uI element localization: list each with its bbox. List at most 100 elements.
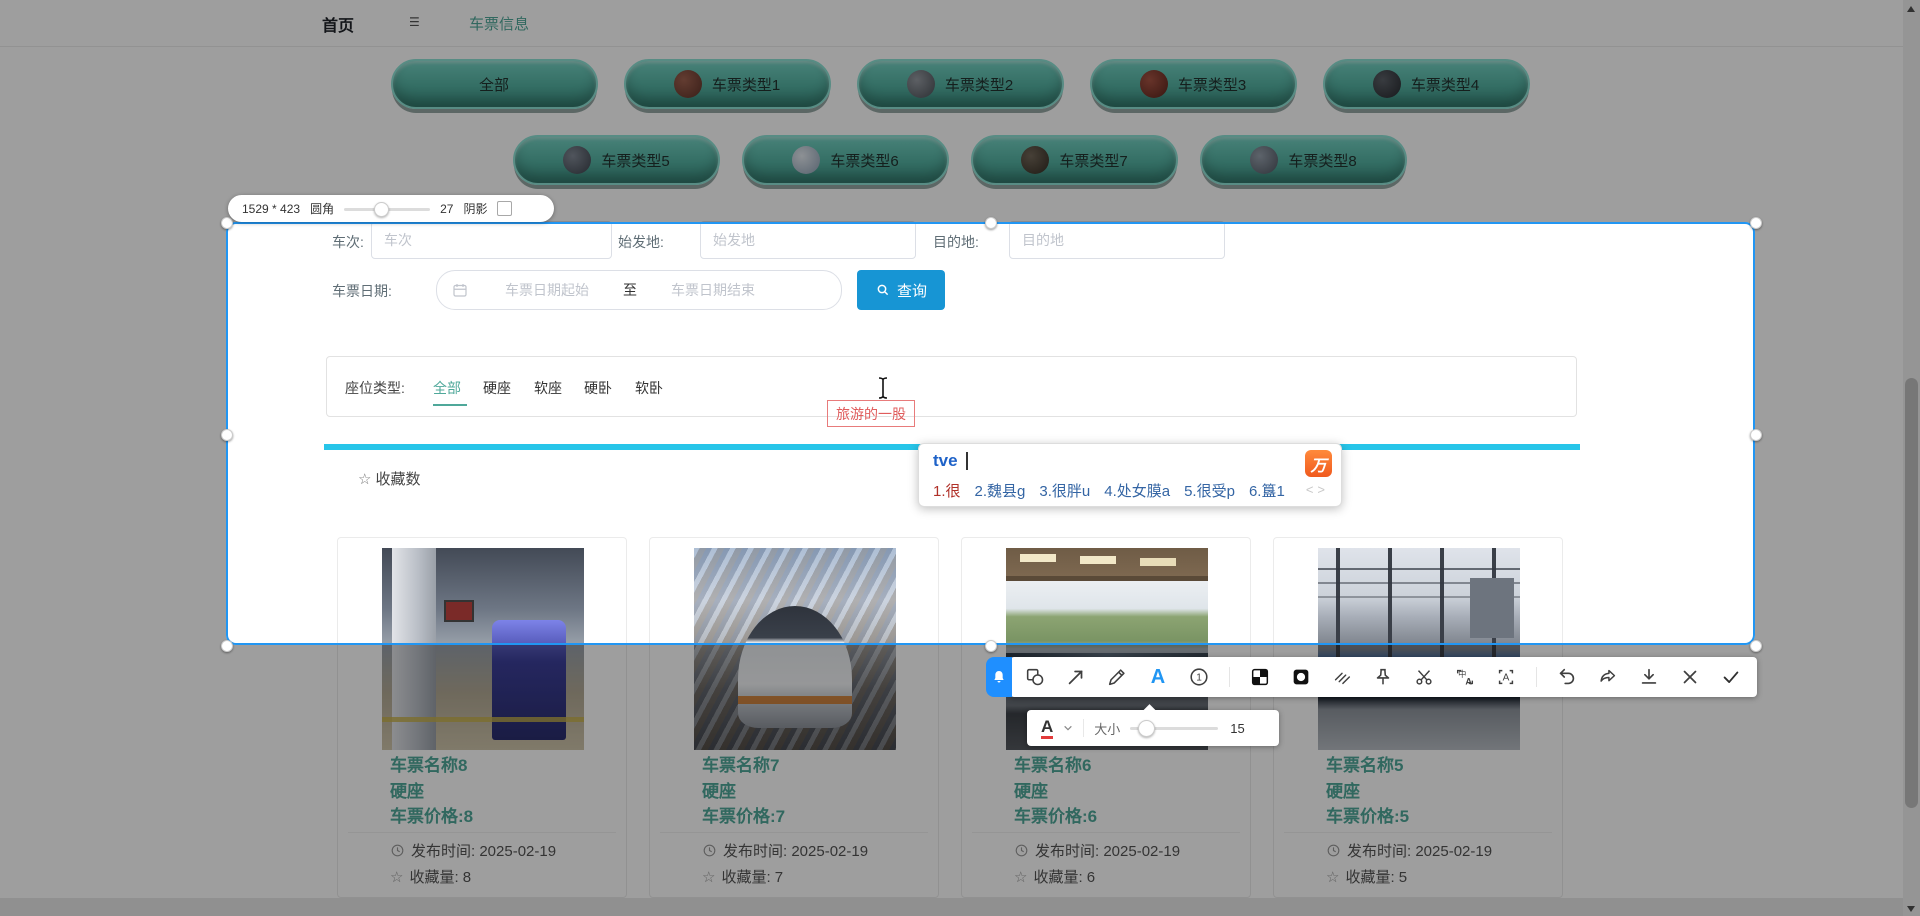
toolbar-divider [1536,667,1537,687]
category-button-type4[interactable]: 车票类型4 [1323,59,1530,109]
card-favorites: 收藏量: 6 [1033,866,1095,887]
category-row-2: 车票类型5 车票类型6 车票类型7 车票类型8 [0,135,1920,185]
selection-handle-right-mid[interactable] [1750,429,1762,441]
shapes-tool-icon[interactable] [1024,666,1046,688]
pin-tool-icon[interactable] [1372,666,1394,688]
arrow-tool-icon[interactable] [1065,666,1087,688]
close-icon[interactable] [1679,666,1701,688]
confirm-icon[interactable] [1720,666,1742,688]
category-button-type6[interactable]: 车票类型6 [742,135,949,185]
nav-home-link[interactable]: 首页 [322,12,354,36]
card-name: 车票名称8 [390,751,467,776]
text-tool-icon[interactable]: A [1147,666,1169,688]
ocr-tool-icon[interactable]: A [1495,666,1517,688]
card-name: 车票名称7 [702,751,779,776]
card-divider [972,832,1240,833]
translate-tool-icon[interactable]: 中A [1454,666,1476,688]
hatch-tool-icon[interactable] [1331,666,1353,688]
shadow-checkbox[interactable] [497,201,512,216]
category-button-type8[interactable]: 车票类型8 [1200,135,1407,185]
top-navbar: 首页 ☰ 车票信息 [0,0,1920,47]
card-publish-time: 发布时间: 2025-02-19 [411,840,556,861]
card-favorites: 收藏量: 8 [409,866,471,887]
menu-icon[interactable]: ☰ [409,15,420,29]
clock-icon [390,843,405,858]
text-annotation-box[interactable]: 旅游的一股 [827,400,915,427]
svg-text:A: A [1465,676,1472,686]
category-label: 车票类型3 [1178,74,1246,95]
selection-handle-top-right[interactable] [1750,217,1762,229]
corner-radius-slider[interactable] [344,202,430,216]
ime-candidate[interactable]: 4.处女膜a [1104,480,1170,501]
undo-icon[interactable] [1556,666,1578,688]
card-price: 车票价格:7 [702,802,785,827]
selection-handle-top-left[interactable] [221,217,233,229]
card-divider [1284,832,1552,833]
ime-candidate[interactable]: 6.簋1 [1249,480,1285,501]
font-size-slider[interactable] [1130,721,1218,735]
ime-next-icon[interactable]: > [1317,482,1329,497]
card-price: 车票价格:8 [390,802,473,827]
scrollbar-thumb[interactable] [1905,378,1918,808]
card-favorites-row: ☆ 收藏量: 6 [1014,866,1095,887]
ime-composition-text: tve [933,451,958,471]
category-thumbnail [1021,146,1049,174]
ime-candidate[interactable]: 3.很胖u [1039,480,1090,501]
category-button-all[interactable]: 全部 [391,59,598,109]
card-price: 车票价格:5 [1326,802,1409,827]
scroll-up-arrow-icon[interactable] [1907,6,1915,12]
blur-tool-icon[interactable] [1290,666,1312,688]
star-icon: ☆ [1326,868,1339,886]
category-button-type1[interactable]: 车票类型1 [624,59,831,109]
share-icon[interactable] [1597,666,1619,688]
selection-handle-bottom-mid[interactable] [985,640,997,652]
font-size-label: 大小 [1094,719,1120,738]
step-number-tool-icon[interactable]: 1 [1188,666,1210,688]
card-publish-row: 发布时间: 2025-02-19 [1014,840,1180,861]
selection-handle-bottom-right[interactable] [1750,640,1762,652]
cut-tool-icon[interactable] [1413,666,1435,688]
nav-ticket-info-link[interactable]: 车票信息 [469,13,529,34]
category-thumbnail [907,70,935,98]
card-seat-type: 硬座 [702,777,736,802]
download-icon[interactable] [1638,666,1660,688]
scroll-down-arrow-icon[interactable] [1907,906,1915,912]
card-seat-type: 硬座 [390,777,424,802]
category-button-type2[interactable]: 车票类型2 [857,59,1064,109]
pen-tool-icon[interactable] [1106,666,1128,688]
text-cursor-icon [876,376,890,400]
category-button-type7[interactable]: 车票类型7 [971,135,1178,185]
category-label: 车票类型1 [712,74,780,95]
category-button-type5[interactable]: 车票类型5 [513,135,720,185]
category-thumbnail [1373,70,1401,98]
snip-selection-region[interactable] [226,222,1755,645]
card-publish-row: 发布时间: 2025-02-19 [390,840,556,861]
snip-app-tab[interactable] [986,657,1012,697]
card-favorites-row: ☆ 收藏量: 8 [390,866,471,887]
category-thumbnail [1140,70,1168,98]
bell-icon [991,669,1007,685]
card-publish-row: 发布时间: 2025-02-19 [702,840,868,861]
category-row-1: 全部 车票类型1 车票类型2 车票类型3 车票类型4 [0,59,1920,109]
vertical-scrollbar[interactable] [1903,0,1920,916]
ime-prev-icon[interactable]: < [1306,482,1318,497]
ime-candidate-list: 1.很 2.魏县g 3.很胖u 4.处女膜a 5.很受p 6.簋1 [933,480,1285,501]
selection-handle-top-mid[interactable] [985,217,997,229]
ime-candidate[interactable]: 1.很 [933,480,961,501]
category-button-type3[interactable]: 车票类型3 [1090,59,1297,109]
selection-handle-left-mid[interactable] [221,429,233,441]
selection-size-readout: 1529 * 423 [242,202,300,216]
card-divider [660,832,928,833]
ime-candidate[interactable]: 2.魏县g [975,480,1026,501]
ime-logo-icon[interactable]: 万 [1305,450,1332,477]
chevron-down-icon[interactable] [1063,723,1073,733]
card-seat-type: 硬座 [1326,777,1360,802]
category-label: 车票类型4 [1411,74,1479,95]
mosaic-tool-icon[interactable] [1249,666,1271,688]
category-label: 车票类型8 [1288,150,1356,171]
app-root: 首页 ☰ 车票信息 全部 车票类型1 车票类型2 车票类型3 车票类型4 车票类… [0,0,1920,916]
card-name: 车票名称5 [1326,751,1403,776]
selection-handle-bottom-left[interactable] [221,640,233,652]
text-color-picker[interactable]: A [1041,718,1053,739]
ime-candidate[interactable]: 5.很受p [1184,480,1235,501]
